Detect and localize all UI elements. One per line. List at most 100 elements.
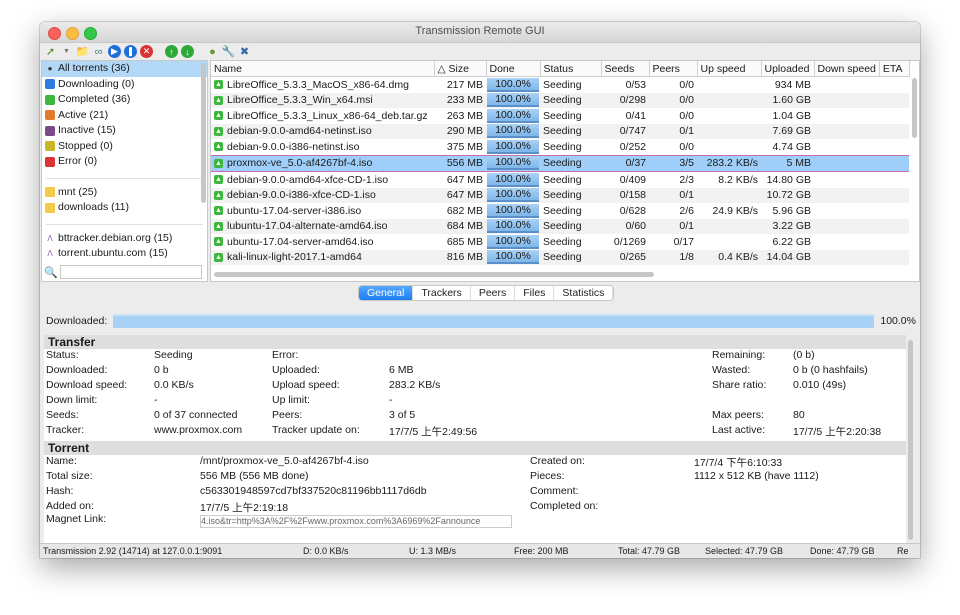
torrent-row[interactable]: ▲ proxmox-ve_5.0-af4267bf-4.iso 556 MB 100.… — [211, 154, 910, 172]
download-icon — [45, 79, 55, 90]
tab-trackers[interactable]: Trackers — [413, 286, 471, 300]
sidebar-item-tracker[interactable]: Λtorrent.ubuntu.com (15) — [42, 246, 207, 262]
magnet-link-field[interactable]: 4.iso&tr=http%3A%2F%2Fwww.proxmox.com%3A… — [200, 515, 512, 528]
sidebar-item-label: Stopped (0) — [58, 139, 113, 152]
cell-uploaded: 3.22 GB — [761, 218, 814, 234]
column-header[interactable]: Done — [486, 61, 541, 77]
pause-icon[interactable]: ❚ — [124, 45, 137, 58]
sidebar-item-status[interactable]: Active (21) — [42, 108, 207, 124]
search-input[interactable] — [59, 265, 202, 279]
cell-eta — [879, 203, 909, 219]
cell-seeds: 0/53 — [625, 78, 646, 91]
torrent-row[interactable]: ▲ ubuntu-17.04-server-amd64.iso 685 MB 100.… — [211, 234, 909, 250]
dropdown-arrow-icon[interactable]: ▼ — [60, 45, 73, 58]
cell-done: 100.0% — [486, 77, 540, 93]
tab-general[interactable]: General — [359, 286, 414, 300]
sidebar-item-tracker[interactable]: Λbttracker.debian.org (15) — [42, 231, 207, 247]
cell-down — [814, 92, 880, 108]
cell-name: ▲ kali-linux-light-2017.1-amd64 — [211, 249, 434, 265]
sidebar-scrollbar[interactable] — [201, 63, 206, 203]
pieces-label: Pieces: — [530, 470, 565, 482]
tab-files[interactable]: Files — [515, 286, 555, 300]
sidebar-item-label: bttracker.debian.org (15) — [58, 231, 173, 244]
cell-seeds: 0/37 — [601, 154, 649, 172]
sidebar-item-status[interactable]: Error (0) — [42, 154, 207, 170]
cell-uploaded: 14.80 GB — [766, 173, 811, 186]
torrent-row[interactable]: ▲ debian-9.0.0-amd64-netinst.iso 290 MB 100… — [211, 123, 910, 139]
downloaded-progress-row: Downloaded: 100.0% — [46, 314, 916, 328]
torrent-row[interactable]: ▲ kali-linux-light-2017.1-amd64 816 MB 100.… — [211, 249, 910, 265]
move-down-icon[interactable]: ↓ — [181, 45, 194, 58]
torrent-row[interactable]: ▲ LibreOffice_5.3.3_Linux_x86-64_deb.tar.… — [211, 108, 909, 124]
column-header[interactable]: Peers — [649, 61, 698, 77]
cell-eta — [879, 139, 909, 155]
tab-peers[interactable]: Peers — [471, 286, 516, 300]
sidebar-item-status[interactable]: Inactive (15) — [42, 123, 207, 139]
added-value: 17/7/5 上午2:19:18 — [200, 502, 289, 514]
cell-size: 375 MB — [446, 140, 483, 153]
completed-icon: ▲ — [214, 95, 223, 105]
completed-label: Completed on: — [530, 500, 599, 512]
torrent-row[interactable]: ▲ debian-9.0.0-i386-xfce-CD-1.iso 647 MB 10… — [211, 187, 910, 203]
cell-done: 100.0% — [486, 139, 540, 155]
tracker-icon: Λ — [47, 233, 53, 243]
pieces-value: 1112 x 512 KB (have 1112) — [694, 470, 819, 482]
cell-size: 647 MB — [446, 173, 483, 186]
sidebar-item-status[interactable]: Downloading (0) — [42, 77, 207, 93]
column-header[interactable]: Up speed — [697, 61, 762, 77]
column-header[interactable]: Seeds — [601, 61, 650, 77]
settings-icon[interactable]: ✖ — [238, 45, 251, 58]
list-vertical-scrollbar[interactable] — [912, 78, 917, 138]
cell-status: Seeding — [540, 218, 601, 234]
main-pane: ● All torrents (36) Downloading (0) Complet… — [40, 60, 920, 282]
tab-statistics[interactable]: Statistics — [554, 286, 614, 300]
cell-peers: 2/3 — [679, 173, 694, 186]
cell-name: ▲ LibreOffice_5.3.3_Win_x64.msi — [211, 92, 434, 108]
move-up-icon[interactable]: ↑ — [165, 45, 178, 58]
sidebar-item-label: All torrents (36) — [58, 62, 130, 74]
column-header[interactable]: ETA — [879, 61, 910, 77]
tracker-update-value: 17/7/5 上午2:49:56 — [389, 426, 478, 438]
comment-label: Comment: — [530, 485, 579, 497]
cell-name: ▲ lubuntu-17.04-alternate-amd64.iso — [211, 218, 434, 234]
status-value: Seeding — [154, 349, 193, 361]
seeds-label: Seeds: — [46, 409, 79, 421]
add-folder-icon[interactable]: 📁 — [76, 45, 90, 58]
column-header[interactable]: △ Size — [434, 61, 487, 77]
torrent-row[interactable]: ▲ debian-9.0.0-amd64-xfce-CD-1.iso 647 MB 1… — [211, 172, 909, 188]
error-icon — [45, 156, 55, 167]
torrent-row[interactable]: ▲ ubuntu-17.04-server-i386.iso 682 MB 100.0… — [211, 203, 909, 219]
connection-options-icon[interactable]: 🔧 — [222, 45, 236, 58]
column-header[interactable]: Status — [540, 61, 602, 77]
details-scrollbar[interactable] — [908, 340, 913, 540]
sidebar-item-status[interactable]: ● All torrents (36) — [42, 61, 207, 77]
remove-icon[interactable]: ✕ — [140, 45, 153, 58]
sidebar-item-folder[interactable]: downloads (11) — [42, 200, 207, 216]
torrent-row[interactable]: ▲ lubuntu-17.04-alternate-amd64.iso 684 MB… — [211, 218, 910, 234]
add-torrent-icon[interactable]: ➚ — [44, 45, 57, 58]
cell-status: Seeding — [540, 92, 601, 108]
turtle-mode-icon[interactable]: ● — [206, 45, 219, 58]
column-header[interactable]: Name — [211, 61, 435, 77]
torrent-row[interactable]: ▲ LibreOffice_5.3.3_MacOS_x86-64.dmg 217 M… — [211, 77, 909, 93]
title-bar: Transmission Remote GUI — [40, 22, 920, 43]
torrent-name: lubuntu-17.04-alternate-amd64.iso — [227, 220, 388, 233]
start-icon[interactable]: ▶ — [108, 45, 121, 58]
total-size-value: 556 MB (556 MB done) — [200, 470, 309, 482]
cell-down — [814, 77, 879, 93]
cell-done: 100.0% — [486, 172, 540, 188]
sidebar-item-status[interactable]: Stopped (0) — [42, 139, 207, 155]
total-size-status: Total: 47.79 GB — [618, 546, 681, 556]
list-horizontal-scrollbar[interactable] — [214, 272, 654, 277]
sidebar-item-status[interactable]: Completed (36) — [42, 92, 207, 108]
column-header[interactable]: Down speed — [814, 61, 880, 77]
cell-status: Seeding — [543, 173, 582, 186]
add-link-icon[interactable]: ∞ — [92, 45, 105, 58]
column-header[interactable]: Uploaded — [761, 61, 815, 77]
torrent-row[interactable]: ▲ LibreOffice_5.3.3_Win_x64.msi 233 MB 100.… — [211, 92, 910, 108]
cell-name: ▲ proxmox-ve_5.0-af4267bf-4.iso — [211, 154, 434, 172]
selected-size-status: Selected: 47.79 GB — [705, 546, 784, 556]
torrent-row[interactable]: ▲ debian-9.0.0-i386-netinst.iso 375 MB 100.… — [211, 139, 909, 155]
sidebar-item-label: downloads (11) — [58, 201, 130, 213]
sidebar-item-folder[interactable]: mnt (25) — [42, 185, 207, 201]
